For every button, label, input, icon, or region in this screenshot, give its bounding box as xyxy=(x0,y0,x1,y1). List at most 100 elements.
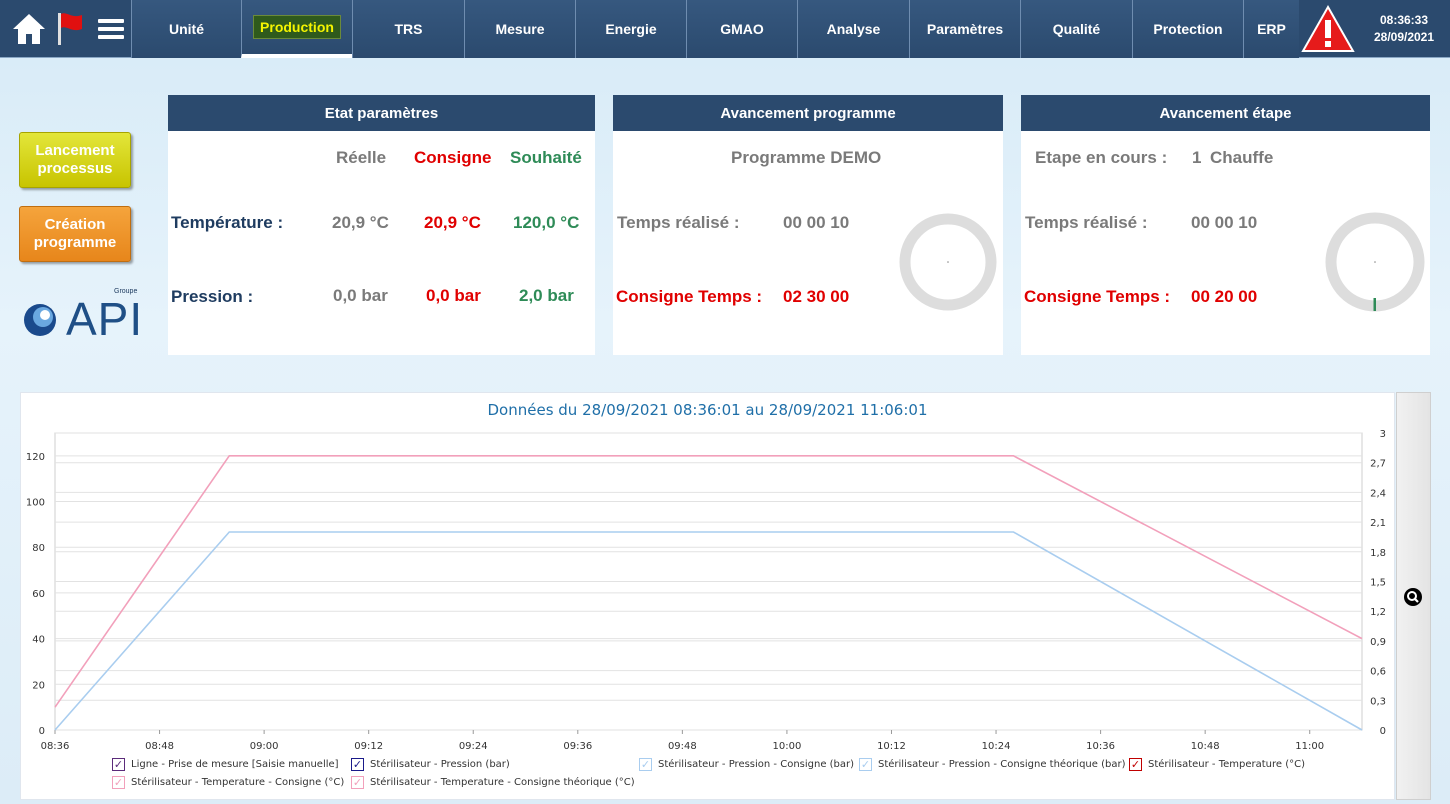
legend-checkbox[interactable]: ✓ xyxy=(112,776,125,789)
y-right-tick-label: 2,4 xyxy=(1370,488,1386,499)
y-left-tick-label: 0 xyxy=(39,726,45,737)
clock-date: 28/09/2021 xyxy=(1373,30,1435,44)
panel-title: Avancement programme xyxy=(613,95,1003,131)
col-souhaite: Souhaité xyxy=(510,148,582,167)
legend-checkbox[interactable]: ✓ xyxy=(351,776,364,789)
tab-mesure[interactable]: Mesure xyxy=(464,0,575,58)
temp-souhaite: 120,0 °C xyxy=(513,213,580,232)
logo-text: API xyxy=(66,293,144,345)
legend-checkbox[interactable]: ✓ xyxy=(351,758,364,771)
pres-reelle: 0,0 bar xyxy=(333,286,388,305)
x-tick-label: 10:00 xyxy=(773,741,802,752)
x-tick-label: 09:48 xyxy=(668,741,697,752)
tab-energie[interactable]: Energie xyxy=(575,0,686,58)
legend-item[interactable]: ✓ Stérilisateur - Pression (bar) xyxy=(351,758,510,771)
y-right-tick-label: 3 xyxy=(1380,429,1386,440)
temp-consigne: 20,9 °C xyxy=(424,213,481,232)
x-tick-label: 08:48 xyxy=(145,741,174,752)
y-left-tick-label: 20 xyxy=(32,680,45,691)
program-progress-gauge xyxy=(899,213,997,311)
alarm-icon[interactable] xyxy=(1300,4,1356,54)
y-left-tick-label: 60 xyxy=(32,589,45,600)
panel-title: Etat paramètres xyxy=(168,95,595,131)
etape-number: 1 xyxy=(1192,148,1202,167)
x-tick-label: 10:24 xyxy=(982,741,1011,752)
y-right-tick-label: 0 xyxy=(1380,726,1386,737)
temps-realise-value: 00 00 10 xyxy=(783,213,850,232)
x-tick-label: 09:24 xyxy=(459,741,488,752)
pres-consigne: 0,0 bar xyxy=(426,286,481,305)
temps-realise-label: Temps réalisé : xyxy=(617,213,740,232)
pres-souhaite: 2,0 bar xyxy=(519,286,574,305)
company-logo: Groupe API xyxy=(22,288,142,348)
consigne-temps-label: Consigne Temps : xyxy=(1024,287,1171,306)
legend-item[interactable]: ✓ Stérilisateur - Temperature - Consigne … xyxy=(351,776,635,789)
trend-chart: Données du 28/09/2021 08:36:01 au 28/09/… xyxy=(20,392,1395,800)
tab-production[interactable]: Production xyxy=(241,0,352,58)
top-navigation-bar: Unité Production TRS Mesure Energie GMAO… xyxy=(0,0,1450,58)
legend-item[interactable]: ✓ Stérilisateur - Pression - Consigne thé… xyxy=(859,758,1125,771)
legend-item[interactable]: ✓ Stérilisateur - Temperature - Consigne … xyxy=(112,776,344,789)
tab-protection[interactable]: Protection xyxy=(1132,0,1243,58)
menu-icon[interactable] xyxy=(96,14,126,44)
y-right-tick-label: 0,6 xyxy=(1370,667,1386,678)
avancement-programme-panel: Avancement programme Programme DEMO Temp… xyxy=(613,95,1003,355)
x-tick-label: 09:00 xyxy=(250,741,279,752)
col-reelle: Réelle xyxy=(336,148,387,167)
col-consigne: Consigne xyxy=(414,148,492,167)
y-left-tick-label: 100 xyxy=(26,498,45,509)
temps-realise-label: Temps réalisé : xyxy=(1025,213,1148,232)
y-right-tick-label: 1,5 xyxy=(1370,578,1386,589)
tab-qualite[interactable]: Qualité xyxy=(1020,0,1132,58)
flag-icon[interactable] xyxy=(54,10,86,48)
legend-checkbox[interactable]: ✓ xyxy=(112,758,125,771)
step-progress-gauge xyxy=(1325,212,1425,312)
y-right-tick-label: 1,8 xyxy=(1370,548,1386,559)
launch-process-button[interactable]: Lancement processus xyxy=(19,132,131,188)
temps-realise-value: 00 00 10 xyxy=(1191,213,1258,232)
clock: 08:36:33 28/09/2021 xyxy=(1358,0,1450,58)
legend-checkbox[interactable]: ✓ xyxy=(639,758,652,771)
legend-checkbox[interactable]: ✓ xyxy=(1129,758,1142,771)
x-tick-label: 08:36 xyxy=(41,741,70,752)
x-tick-label: 10:48 xyxy=(1191,741,1220,752)
legend-item[interactable]: ✓ Stérilisateur - Temperature (°C) xyxy=(1129,758,1305,771)
home-icon[interactable] xyxy=(10,10,48,48)
row-pression-label: Pression : xyxy=(171,287,254,306)
y-left-tick-label: 120 xyxy=(26,452,45,463)
zoom-icon[interactable] xyxy=(1402,586,1424,608)
tab-trs[interactable]: TRS xyxy=(352,0,464,58)
etape-en-cours-label: Etape en cours : xyxy=(1035,148,1168,167)
x-tick-label: 10:12 xyxy=(877,741,906,752)
tab-parametres[interactable]: Paramètres xyxy=(909,0,1020,58)
consigne-temps-value: 00 20 00 xyxy=(1191,287,1258,306)
x-tick-label: 09:36 xyxy=(563,741,592,752)
x-tick-label: 10:36 xyxy=(1086,741,1115,752)
program-name: Programme DEMO xyxy=(731,148,882,167)
x-tick-label: 09:12 xyxy=(354,741,383,752)
create-program-button[interactable]: Création programme xyxy=(19,206,131,262)
panel-title: Avancement étape xyxy=(1021,95,1430,131)
row-temperature-label: Température : xyxy=(171,213,284,232)
y-left-tick-label: 40 xyxy=(32,635,45,646)
legend-checkbox[interactable]: ✓ xyxy=(859,758,872,771)
temp-reelle: 20,9 °C xyxy=(332,213,389,232)
etape-name: Chauffe xyxy=(1210,148,1274,167)
etat-parametres-panel: Etat paramètres Réelle Consigne Souhaité… xyxy=(168,95,595,355)
chart-plot: 0 0,3 0,6 0,9 1,2 1,5 1,8 2,1 2,4 2,7 3 0 20 40 60 80 10… xyxy=(26,429,1386,752)
x-tick-label: 11:00 xyxy=(1295,741,1324,752)
tab-unite[interactable]: Unité xyxy=(131,0,241,58)
tab-production-label: Production xyxy=(253,15,341,39)
tab-gmao[interactable]: GMAO xyxy=(686,0,797,58)
legend-item[interactable]: ✓ Ligne - Prise de mesure [Saisie manuell… xyxy=(112,758,339,771)
consigne-temps-value: 02 30 00 xyxy=(783,287,850,306)
y-right-tick-label: 2,1 xyxy=(1370,518,1386,529)
consigne-temps-label: Consigne Temps : xyxy=(616,287,763,306)
tab-analyse[interactable]: Analyse xyxy=(797,0,909,58)
y-right-tick-label: 2,7 xyxy=(1370,459,1386,470)
y-right-tick-label: 0,9 xyxy=(1370,637,1386,648)
avancement-etape-panel: Avancement étape Etape en cours : 1 Chau… xyxy=(1021,95,1430,355)
tab-erp[interactable]: ERP xyxy=(1243,0,1299,58)
y-right-tick-label: 0,3 xyxy=(1370,696,1386,707)
legend-item[interactable]: ✓ Stérilisateur - Pression - Consigne (ba… xyxy=(639,758,854,771)
